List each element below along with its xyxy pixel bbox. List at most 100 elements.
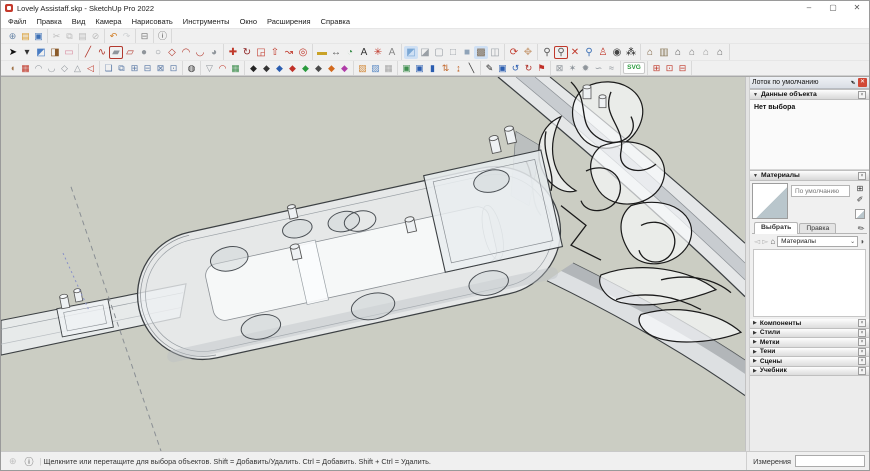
menu-help[interactable]: Справка <box>316 15 355 28</box>
align-axis-2-button[interactable]: ◆ <box>260 62 273 75</box>
tray-section-instructor[interactable]: ▶Учебник× <box>750 367 869 377</box>
swap-down-up-button[interactable]: ↨ <box>452 62 465 75</box>
tray-section-styles[interactable]: ▶Стили× <box>750 329 869 339</box>
menu-draw[interactable]: Нарисовать <box>127 15 178 28</box>
iso-box-blue-button[interactable]: ▨ <box>369 62 382 75</box>
solid-subtract-button[interactable]: ⊟ <box>141 62 154 75</box>
menu-edit[interactable]: Правка <box>31 15 66 28</box>
menu-view[interactable]: Вид <box>67 15 91 28</box>
select-dropdown-button[interactable]: ▾ <box>20 46 34 59</box>
3d-text-tool-button[interactable]: A <box>385 46 399 59</box>
svg-export-button[interactable]: SVG <box>623 62 645 74</box>
pie-tool-button[interactable]: ◕ <box>207 46 221 59</box>
pan-tool-button[interactable]: ✥ <box>521 46 535 59</box>
orbit-tool-button[interactable]: ⟳ <box>507 46 521 59</box>
sandbox-drape-button[interactable]: ◇ <box>58 62 71 75</box>
materials-dropdown[interactable]: Материалы ⌄ <box>777 236 858 247</box>
solid-split-button[interactable]: ⊡ <box>167 62 180 75</box>
push-pull-tool-button[interactable]: ⇧ <box>268 46 282 59</box>
style-wireframe-button[interactable]: ▢ <box>432 46 446 59</box>
grid-edit-tool-button[interactable]: ⊡ <box>663 62 676 75</box>
dimensions-tool-button[interactable]: ↔ <box>329 46 343 59</box>
rectangle-tool-button[interactable]: ▰ <box>109 46 123 59</box>
shield-tool-button[interactable]: ▽ <box>203 62 216 75</box>
two-point-arc-tool-button[interactable]: ◡ <box>193 46 207 59</box>
paint-bucket-button[interactable]: ◨ <box>48 46 62 59</box>
sandbox-stamp-button[interactable]: ◡ <box>45 62 58 75</box>
section-close-button[interactable]: × <box>858 367 866 375</box>
tape-measure-tool-button[interactable]: ▬ <box>315 46 329 59</box>
warehouse-shed-button[interactable]: ⌂ <box>713 46 727 59</box>
solid-trim-button[interactable]: ⊠ <box>154 62 167 75</box>
section-close-button[interactable]: × <box>858 338 866 346</box>
section-materials-header[interactable]: ▼ Материалы × <box>750 170 869 181</box>
iso-box-gray-button[interactable]: ▦ <box>382 62 395 75</box>
sandbox-flip-edge-button[interactable]: ◁ <box>84 62 97 75</box>
style-shaded-textures-button[interactable]: ▩ <box>474 46 488 59</box>
protractor-tool-button[interactable]: ◔ <box>343 46 357 59</box>
rotate-ccw-blue-button[interactable]: ↺ <box>509 62 522 75</box>
new-model-button[interactable]: ⊕ <box>6 30 19 43</box>
align-axis-magenta-button[interactable]: ◆ <box>338 62 351 75</box>
style-monochrome-button[interactable]: ◫ <box>488 46 502 59</box>
gray-wave-button[interactable]: ∽ <box>592 62 605 75</box>
solid-intersect-button[interactable]: ⧉ <box>115 62 128 75</box>
box-blue-tool-button[interactable]: ▣ <box>413 62 426 75</box>
bar-blue-tool-button[interactable]: ▮ <box>426 62 439 75</box>
help-info-icon[interactable]: ⓘ <box>25 455 34 468</box>
sandbox-add-detail-button[interactable]: △ <box>71 62 84 75</box>
entity-info-close-button[interactable]: × <box>858 91 866 99</box>
back-arrow-icon[interactable]: ◅ <box>754 237 760 246</box>
zoom-tool-button[interactable]: ⚲ <box>540 46 554 59</box>
rotate-cw-red-button[interactable]: ↻ <box>522 62 535 75</box>
paint-brush-icon[interactable]: ✎ <box>856 223 867 234</box>
forward-arrow-icon[interactable]: ▻ <box>762 237 768 246</box>
section-close-button[interactable]: × <box>858 357 866 365</box>
lattice-tool-button[interactable]: ▦ <box>229 62 242 75</box>
share-model-button[interactable]: ⌂ <box>671 46 685 59</box>
section-close-button[interactable]: × <box>858 329 866 337</box>
sandbox-from-scratch-button[interactable]: ▦ <box>19 62 32 75</box>
blue-m-tool-button[interactable]: ▣ <box>496 62 509 75</box>
eraser-tool-button[interactable]: ▭ <box>62 46 76 59</box>
model-capsule[interactable] <box>117 120 573 372</box>
materials-close-button[interactable]: × <box>858 172 866 180</box>
menu-file[interactable]: Файл <box>3 15 31 28</box>
slash-tool-button[interactable]: ╲ <box>465 62 478 75</box>
align-axis-red-button[interactable]: ◆ <box>286 62 299 75</box>
look-around-tool-button[interactable]: ◉ <box>610 46 624 59</box>
menu-camera[interactable]: Камера <box>90 15 126 28</box>
style-xray-button[interactable]: ◩ <box>404 46 418 59</box>
tab-select[interactable]: Выбрать <box>754 222 798 234</box>
redo-button[interactable]: ↷ <box>120 30 133 43</box>
polygon-tool-button[interactable]: ◇ <box>165 46 179 59</box>
rotated-rectangle-tool-button[interactable]: ▱ <box>123 46 137 59</box>
solid-outer-shell-button[interactable]: ❏ <box>102 62 115 75</box>
drawing-viewport[interactable] <box>1 77 745 451</box>
maximize-button[interactable]: ▢ <box>821 1 845 15</box>
tray-close-button[interactable]: ✕ <box>858 78 867 87</box>
make-component-button[interactable]: ◩ <box>34 46 48 59</box>
box-green-tool-button[interactable]: ▣ <box>400 62 413 75</box>
save-file-button[interactable]: ▣ <box>32 30 45 43</box>
gray-spiral-button[interactable]: ≈ <box>605 62 618 75</box>
align-axis-black-button[interactable]: ◆ <box>312 62 325 75</box>
tray-section-components[interactable]: ▶Компоненты× <box>750 319 869 329</box>
minimize-button[interactable]: – <box>797 1 821 15</box>
tray-section-tags[interactable]: ▶Метки× <box>750 338 869 348</box>
align-axis-blue-button[interactable]: ◆ <box>273 62 286 75</box>
offset-tool-button[interactable]: ◎ <box>296 46 310 59</box>
move-tool-button[interactable]: ✚ <box>226 46 240 59</box>
style-back-edges-button[interactable]: ◪ <box>418 46 432 59</box>
tray-section-shadows[interactable]: ▶Тени× <box>750 348 869 358</box>
follow-me-tool-button[interactable]: ↝ <box>282 46 296 59</box>
model-info-button[interactable]: ⓘ <box>156 30 169 43</box>
axes-tool-button[interactable]: ✳ <box>371 46 385 59</box>
scale-tool-button[interactable]: ◲ <box>254 46 268 59</box>
align-axis-1-button[interactable]: ◆ <box>247 62 260 75</box>
swap-up-down-button[interactable]: ⇅ <box>439 62 452 75</box>
section-entity-info-header[interactable]: ▼ Данные объекта × <box>750 89 869 100</box>
section-close-button[interactable]: × <box>858 319 866 327</box>
gray-burst-1-button[interactable]: ✶ <box>566 62 579 75</box>
tray-scrollbar[interactable] <box>746 77 750 451</box>
